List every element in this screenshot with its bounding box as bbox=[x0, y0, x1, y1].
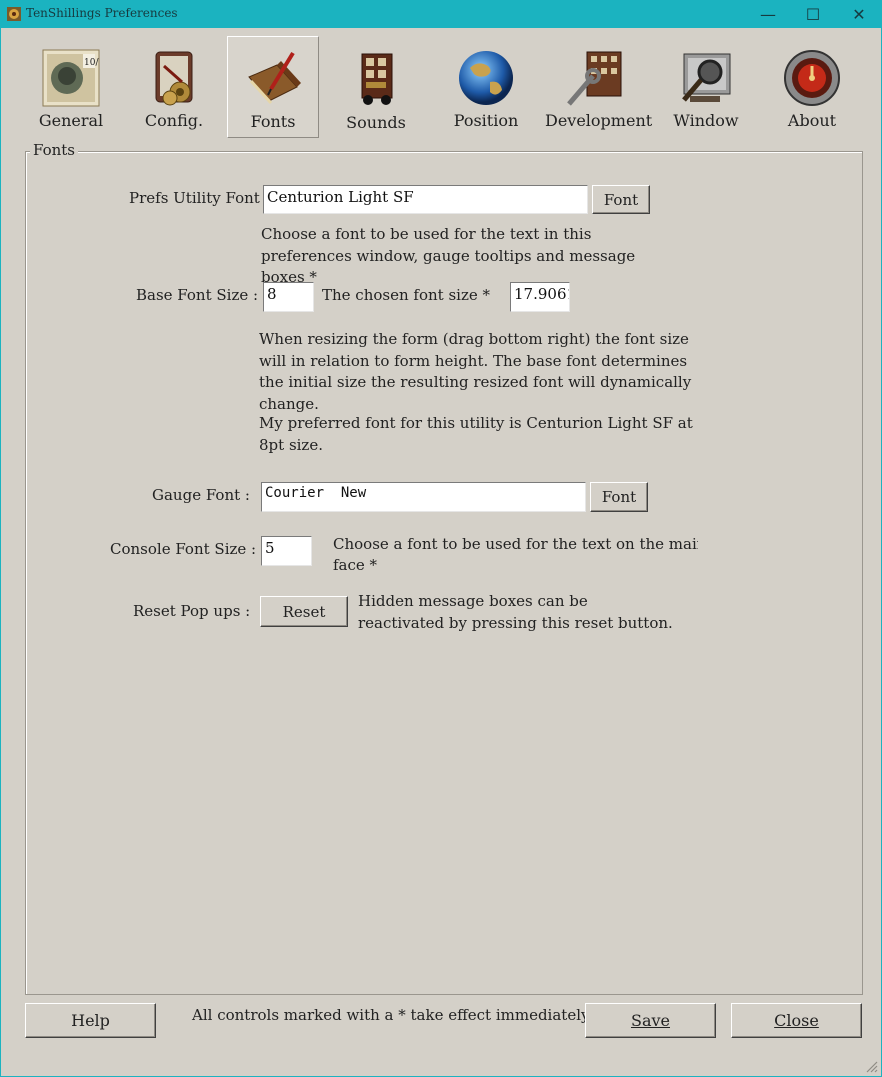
prefs-font-help: Choose a font to be used for the text in… bbox=[261, 225, 636, 286]
footer-note: All controls marked with a * take effect… bbox=[192, 1006, 593, 1024]
prefs-font-label: Prefs Utility Font : bbox=[129, 189, 270, 207]
close-button[interactable]: Close bbox=[731, 1003, 862, 1038]
book-quill-icon bbox=[248, 51, 301, 105]
tab-sounds-label: Sounds bbox=[346, 113, 406, 132]
development-icon bbox=[567, 51, 622, 106]
tab-position-label: Position bbox=[453, 111, 519, 130]
tab-development[interactable]: Development bbox=[545, 36, 653, 138]
tab-position[interactable]: Position bbox=[440, 36, 532, 138]
close-icon: ✕ bbox=[852, 4, 866, 24]
window-title: TenShillings Preferences bbox=[26, 6, 178, 20]
tab-config[interactable]: Config. bbox=[128, 36, 220, 138]
magnifier-window-icon bbox=[682, 53, 731, 102]
preferred-font-text: My preferred font for this utility is Ce… bbox=[259, 414, 693, 454]
prefs-font-button[interactable]: Font bbox=[592, 185, 650, 214]
tab-about-label: About bbox=[787, 111, 837, 130]
base-font-size-label: Base Font Size : bbox=[136, 286, 259, 304]
tab-fonts[interactable]: Fonts bbox=[227, 36, 319, 138]
about-gauge-icon bbox=[784, 50, 840, 106]
maximize-icon: ☐ bbox=[805, 4, 821, 24]
tab-fonts-label: Fonts bbox=[250, 112, 296, 131]
reset-popups-label: Reset Pop ups : bbox=[133, 602, 251, 620]
app-icon bbox=[7, 7, 21, 21]
tab-development-label: Development bbox=[545, 111, 653, 130]
title-bar[interactable]: TenShillings Preferences — ☐ ✕ bbox=[0, 0, 882, 28]
tab-about[interactable]: About bbox=[766, 36, 858, 138]
console-font-size-label: Console Font Size : bbox=[110, 540, 257, 558]
tab-general-label: General bbox=[38, 111, 104, 130]
config-icon bbox=[155, 51, 193, 106]
base-font-size-input[interactable]: 8 bbox=[263, 282, 314, 312]
svg-text:10/: 10/ bbox=[84, 58, 99, 68]
tab-general[interactable]: 10/ General bbox=[25, 36, 117, 138]
stamp-icon: 10/ bbox=[42, 49, 100, 107]
resize-grip-icon[interactable] bbox=[864, 1059, 878, 1073]
gauge-font-label: Gauge Font : bbox=[152, 486, 250, 504]
tab-sounds[interactable]: Sounds bbox=[330, 36, 422, 138]
sound-device-icon bbox=[361, 53, 393, 105]
prefs-font-input[interactable]: Centurion Light SF bbox=[263, 185, 588, 214]
globe-icon bbox=[459, 51, 513, 105]
help-button[interactable]: Help bbox=[25, 1003, 156, 1038]
console-font-help-line2: face * bbox=[333, 556, 378, 574]
minimize-icon: — bbox=[760, 4, 776, 24]
resize-help-text: When resizing the form (drag bottom righ… bbox=[259, 330, 692, 413]
chosen-font-size-label: The chosen font size * bbox=[322, 286, 490, 304]
chosen-font-size-value: 17.9061 bbox=[510, 282, 570, 312]
console-font-size-input[interactable]: 5 bbox=[261, 536, 312, 566]
tab-config-label: Config. bbox=[144, 111, 204, 130]
gauge-font-button[interactable]: Font bbox=[590, 482, 648, 512]
gauge-font-input[interactable]: Courier New bbox=[261, 482, 586, 512]
fonts-group-title: Fonts bbox=[30, 141, 79, 159]
tab-window[interactable]: Window bbox=[660, 36, 752, 138]
reset-button[interactable]: Reset bbox=[260, 596, 348, 627]
save-button-label: Save bbox=[630, 1011, 670, 1030]
maximize-button[interactable]: ☐ bbox=[790, 0, 836, 28]
tab-window-label: Window bbox=[673, 111, 739, 130]
save-button[interactable]: Save bbox=[585, 1003, 716, 1038]
close-button-label: Close bbox=[774, 1011, 819, 1030]
minimize-button[interactable]: — bbox=[745, 0, 791, 28]
close-window-button[interactable]: ✕ bbox=[836, 0, 882, 28]
reset-help-text: Hidden message boxes can be reactivated … bbox=[358, 592, 673, 632]
console-font-help-line1: Choose a font to be used for the text on… bbox=[333, 535, 698, 553]
